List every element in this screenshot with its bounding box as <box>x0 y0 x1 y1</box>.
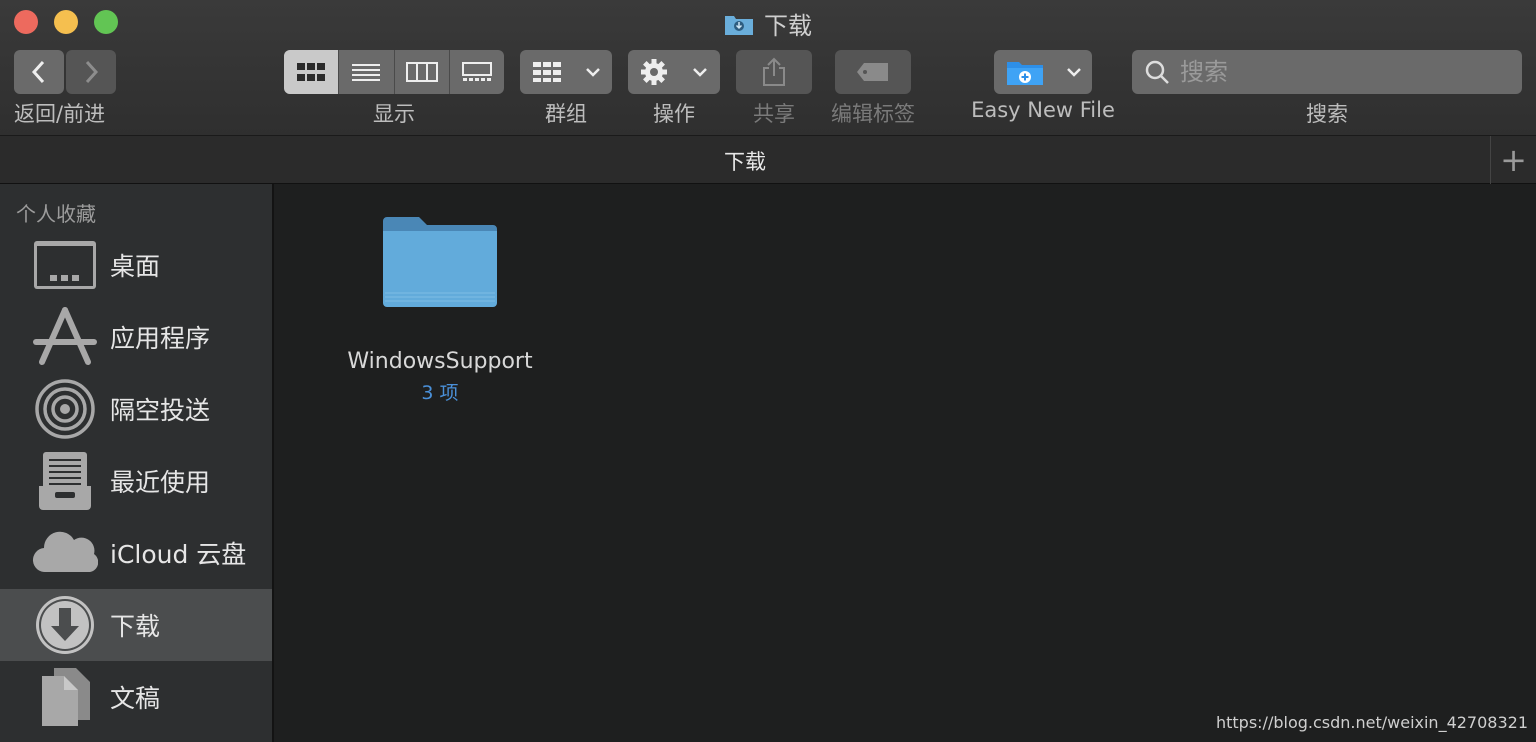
airdrop-icon <box>35 379 95 439</box>
back-button[interactable] <box>14 50 64 94</box>
chevron-down-icon <box>1066 68 1081 77</box>
window-title: 下载 <box>0 6 1536 42</box>
list-view-button[interactable] <box>339 50 395 94</box>
tab-bar: 下载 + <box>0 136 1536 184</box>
new-file-folder-icon <box>1006 62 1043 85</box>
window-title-text: 下载 <box>764 12 812 40</box>
icloud-icon <box>33 531 98 573</box>
watermark: https://blog.csdn.net/weixin_42708321 <box>1215 713 1528 732</box>
column-view-button[interactable] <box>395 50 450 94</box>
sidebar-item-applications[interactable]: 应用程序 <box>0 301 272 373</box>
sidebar-item-label: 文稿 <box>110 684 161 713</box>
action-button[interactable] <box>628 50 720 94</box>
tag-icon <box>857 63 888 81</box>
sidebar-item-airdrop[interactable]: 隔空投送 <box>0 373 272 445</box>
sidebar-item-documents[interactable]: 文稿 <box>0 661 272 733</box>
action-label: 操作 <box>653 102 695 126</box>
view-mode-control <box>284 50 504 94</box>
search-label: 搜索 <box>1306 102 1348 126</box>
sidebar-item-label: 桌面 <box>110 252 161 281</box>
downloads-folder-icon <box>725 15 753 35</box>
chevron-down-icon <box>585 68 600 77</box>
tab-downloads[interactable]: 下载 <box>0 146 1490 176</box>
icon-view-button[interactable] <box>284 50 340 94</box>
edit-tags-button[interactable] <box>835 50 911 94</box>
sidebar-item-icloud[interactable]: iCloud 云盘 <box>0 517 272 589</box>
forward-button[interactable] <box>66 50 116 94</box>
search-field[interactable] <box>1132 50 1522 94</box>
desktop-icon <box>34 241 96 289</box>
plus-icon: + <box>1500 141 1527 179</box>
documents-icon <box>42 668 90 726</box>
gallery-view-button[interactable] <box>450 50 504 94</box>
file-browser: WindowsSupport 3 项 https://blog.csdn.net… <box>276 185 1536 742</box>
toolbar: 下载 返回/前进 显示 群组 操作 共享 编辑标签 Easy New File … <box>0 0 1536 136</box>
downloads-icon <box>36 596 94 654</box>
share-icon <box>763 57 785 86</box>
group-label: 群组 <box>545 102 587 126</box>
new-tab-button[interactable]: + <box>1490 136 1536 184</box>
search-input[interactable] <box>1180 58 1500 86</box>
sidebar-item-recents[interactable]: 最近使用 <box>0 445 272 517</box>
sidebar: 个人收藏 桌面 应用程序 隔空投送 最近使用 iCloud 云盘 下载 文稿 <box>0 184 274 742</box>
sidebar-item-downloads[interactable]: 下载 <box>0 589 272 661</box>
gear-icon <box>641 59 667 85</box>
search-icon <box>1145 60 1169 84</box>
view-label: 显示 <box>373 102 415 126</box>
icon-grid-icon <box>297 63 326 81</box>
folder-icon <box>383 217 497 307</box>
sidebar-item-desktop[interactable]: 桌面 <box>0 229 272 301</box>
sidebar-item-label: iCloud 云盘 <box>110 540 247 569</box>
chevron-down-icon <box>693 68 707 77</box>
share-button[interactable] <box>736 50 812 94</box>
sidebar-item-label: 隔空投送 <box>110 396 211 425</box>
chevron-right-icon <box>85 60 99 84</box>
edit-tags-label: 编辑标签 <box>831 102 915 126</box>
group-grid-icon <box>532 62 561 82</box>
folder-name: WindowsSupport <box>347 349 533 374</box>
favorites-header: 个人收藏 <box>16 202 96 226</box>
folder-item-count: 3 项 <box>421 382 459 404</box>
share-label: 共享 <box>753 102 795 126</box>
sidebar-item-label: 最近使用 <box>110 468 211 497</box>
columns-icon <box>405 62 438 82</box>
folder-item[interactable]: WindowsSupport 3 项 <box>340 213 540 405</box>
group-button[interactable] <box>520 50 612 94</box>
sidebar-item-label: 下载 <box>110 612 161 641</box>
easy-new-file-label: Easy New File <box>971 98 1115 122</box>
sidebar-item-label: 应用程序 <box>110 324 211 353</box>
gallery-icon <box>461 62 492 81</box>
chevron-left-icon <box>31 60 45 84</box>
applications-icon <box>33 307 97 365</box>
list-icon <box>352 64 381 81</box>
easy-new-file-button[interactable] <box>994 50 1092 94</box>
nav-label: 返回/前进 <box>14 102 106 126</box>
recents-icon <box>39 452 91 510</box>
